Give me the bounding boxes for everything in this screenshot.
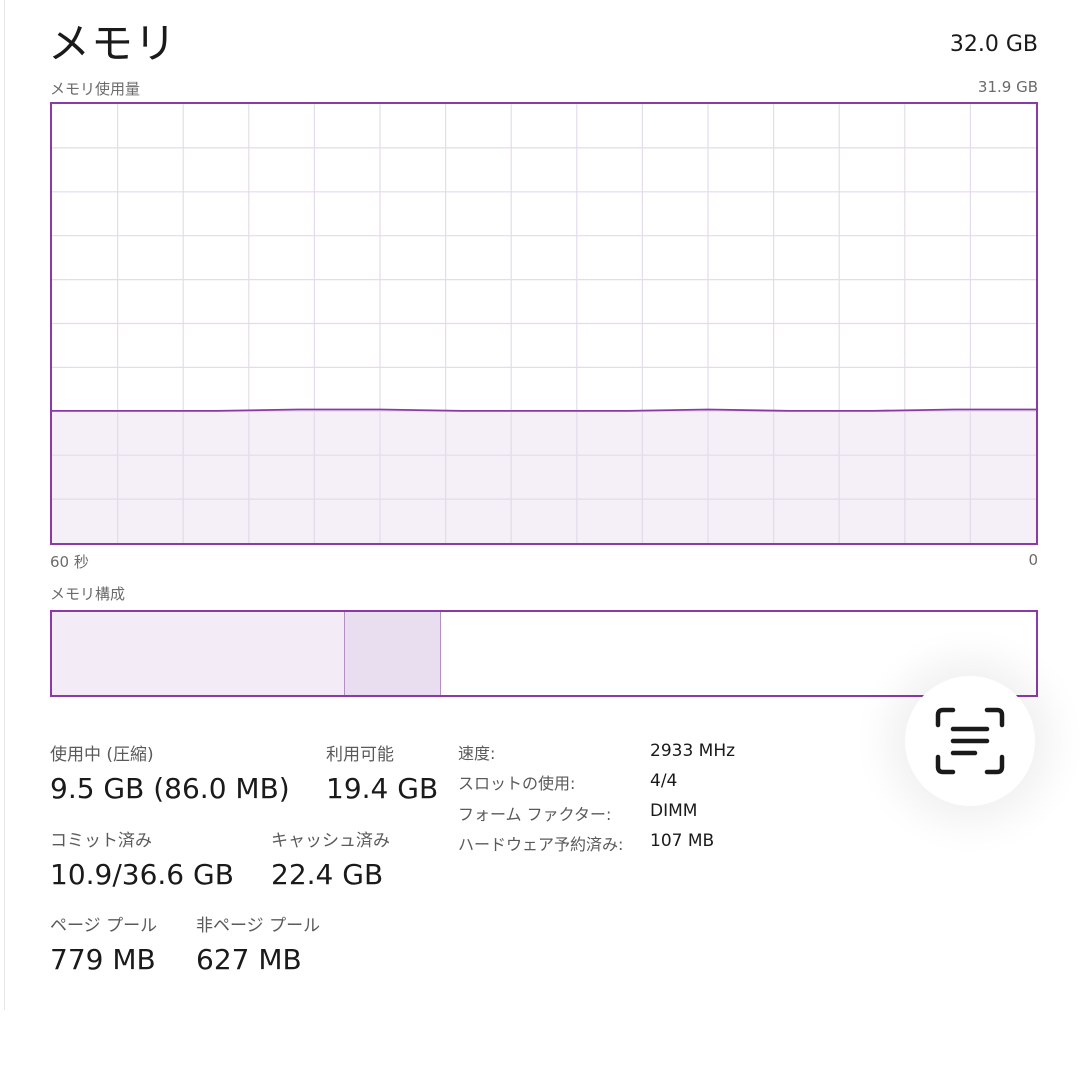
- graph-time-end: 0: [1028, 551, 1038, 569]
- hardware-reserved-value: 107 MB: [650, 831, 715, 851]
- slots-label: スロットの使用:: [458, 774, 576, 793]
- window-edge: [4, 0, 5, 1010]
- nonpaged-pool-label: 非ページ プール: [196, 916, 321, 936]
- total-memory: 32.0 GB: [949, 32, 1038, 57]
- committed-label: コミット済み: [50, 831, 152, 851]
- usage-graph-label: メモリ使用量: [50, 80, 141, 98]
- cached-label: キャッシュ済み: [271, 831, 390, 851]
- speed-value: 2933 MHz: [650, 741, 736, 761]
- speed-label: 速度:: [458, 744, 496, 763]
- page-title: メモリ: [48, 19, 178, 68]
- text-scan-button[interactable]: [905, 676, 1035, 806]
- composition-in-use-segment: [52, 612, 346, 695]
- available-label: 利用可能: [326, 745, 394, 765]
- memory-usage-line: [52, 408, 1036, 412]
- memory-usage-graph: [50, 102, 1038, 545]
- memory-usage-area: [52, 409, 1036, 543]
- cached-value: 22.4 GB: [271, 858, 384, 891]
- form-factor-value: DIMM: [650, 801, 698, 821]
- slots-value: 4/4: [650, 771, 678, 791]
- graph-time-start: 60 秒: [50, 553, 89, 571]
- available-value: 19.4 GB: [326, 772, 439, 805]
- paged-pool-label: ページ プール: [50, 916, 158, 936]
- composition-label: メモリ構成: [50, 585, 126, 603]
- hardware-reserved-label: ハードウェア予約済み:: [458, 835, 624, 854]
- text-scan-icon: [935, 707, 1005, 775]
- committed-value: 10.9/36.6 GB: [50, 858, 234, 891]
- nonpaged-pool-value: 627 MB: [196, 943, 302, 976]
- memory-usage-chart: [52, 104, 1036, 543]
- memory-composition-bar: [50, 610, 1038, 697]
- in-use-label: 使用中 (圧縮): [50, 745, 154, 765]
- paged-pool-value: 779 MB: [50, 943, 156, 976]
- form-factor-label: フォーム ファクター:: [458, 805, 612, 824]
- composition-modified-segment: [345, 612, 441, 695]
- in-use-value: 9.5 GB (86.0 MB): [50, 772, 290, 805]
- usage-graph-max: 31.9 GB: [977, 78, 1038, 96]
